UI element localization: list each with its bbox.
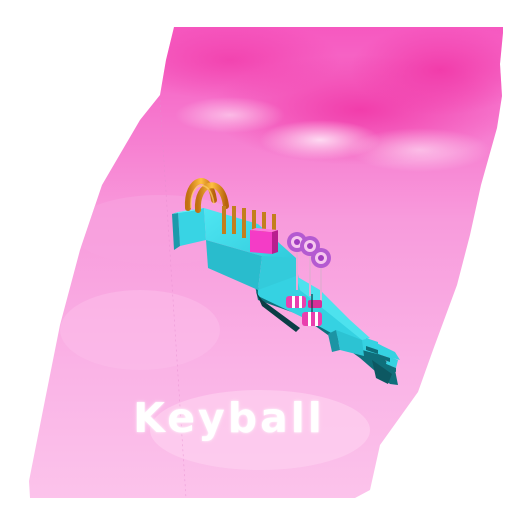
game-scene (29, 27, 503, 498)
magenta-block (250, 228, 278, 254)
game-thumbnail: Keyball (0, 0, 528, 523)
